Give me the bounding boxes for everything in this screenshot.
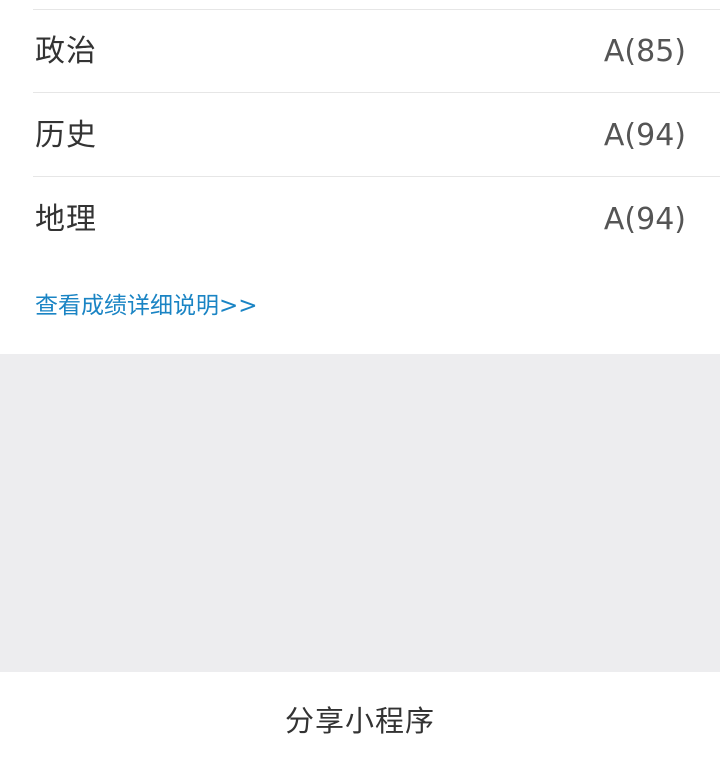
score-row-history: 历史 A(94) [33,94,720,177]
empty-background [0,354,720,672]
score-value: A(94) [603,118,686,153]
subject-label: 历史 [35,118,97,153]
share-miniprogram-button[interactable]: 分享小程序 [0,672,720,766]
score-row-geography: 地理 A(94) [0,178,720,264]
subject-label: 地理 [35,202,97,237]
score-page: 政治 A(85) 历史 A(94) 地理 A(94) 查看成绩详细说明>> 分享… [0,0,720,766]
subject-label: 政治 [35,34,97,69]
share-bar: 分享小程序 [0,672,720,766]
score-row-politics: 政治 A(85) [33,10,720,93]
score-value: A(85) [603,34,686,69]
score-list: 政治 A(85) 历史 A(94) 地理 A(94) [0,0,720,264]
score-value: A(94) [603,202,686,237]
score-detail-link[interactable]: 查看成绩详细说明>> [35,291,258,321]
detail-section: 查看成绩详细说明>> [0,263,720,354]
